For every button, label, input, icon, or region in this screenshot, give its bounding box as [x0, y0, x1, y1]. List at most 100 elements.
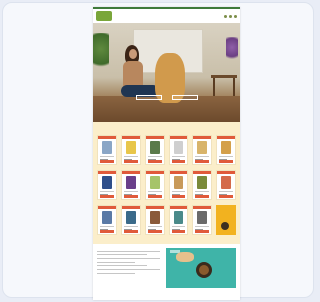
- add-to-cart-button[interactable]: [219, 160, 233, 163]
- product-name: [147, 191, 162, 193]
- product-image: [149, 176, 160, 189]
- sale-badge: [169, 136, 188, 139]
- product-tile[interactable]: [120, 205, 141, 235]
- products-header: [97, 125, 236, 130]
- add-to-cart-button[interactable]: [100, 195, 114, 198]
- food: [199, 265, 209, 275]
- product-name: [123, 156, 138, 158]
- add-to-cart-button[interactable]: [195, 230, 210, 233]
- product-image: [197, 211, 208, 224]
- add-to-cart-button[interactable]: [219, 195, 233, 198]
- product-grid: [97, 135, 236, 235]
- product-name: [171, 191, 186, 193]
- sale-badge: [193, 206, 212, 209]
- add-to-cart-button[interactable]: [171, 195, 186, 198]
- product-name: [100, 226, 114, 228]
- product-image: [102, 211, 112, 224]
- sale-badge: [121, 206, 140, 209]
- product-tile[interactable]: [216, 170, 236, 200]
- sale-badge: [145, 206, 164, 209]
- add-to-cart-button[interactable]: [100, 230, 114, 233]
- product-name: [171, 156, 186, 158]
- add-to-cart-button[interactable]: [195, 195, 210, 198]
- text-line: [97, 254, 148, 256]
- product-image: [102, 141, 112, 154]
- product-name: [123, 226, 138, 228]
- product-name: [100, 191, 114, 193]
- product-tile[interactable]: [192, 170, 213, 200]
- flower-image: [226, 37, 238, 63]
- search-icon[interactable]: [224, 14, 227, 18]
- hero-primary-button[interactable]: [135, 95, 162, 100]
- text-line: [97, 268, 160, 271]
- dog-bowl-image: [166, 248, 236, 288]
- cart-icon[interactable]: [234, 14, 237, 18]
- product-image: [197, 141, 208, 154]
- product-tile[interactable]: [97, 205, 117, 235]
- product-tile[interactable]: [97, 170, 117, 200]
- sale-badge: [193, 171, 212, 174]
- dog-head: [176, 252, 194, 262]
- product-tile[interactable]: [144, 205, 165, 235]
- sale-badge: [217, 136, 235, 139]
- product-name: [195, 191, 210, 193]
- product-image: [149, 211, 160, 224]
- product-name: [123, 191, 138, 193]
- product-tile[interactable]: [144, 170, 165, 200]
- sale-badge: [98, 206, 116, 209]
- content-section: [93, 244, 240, 300]
- product-image: [125, 141, 136, 154]
- product-tile[interactable]: [216, 135, 236, 165]
- website-preview[interactable]: [93, 7, 240, 300]
- product-image: [125, 176, 136, 189]
- add-to-cart-button[interactable]: [147, 160, 162, 163]
- add-to-cart-button[interactable]: [123, 230, 138, 233]
- product-tile[interactable]: [97, 135, 117, 165]
- product-image: [149, 141, 160, 154]
- add-to-cart-button[interactable]: [171, 160, 186, 163]
- product-name: [100, 156, 114, 158]
- add-to-cart-button[interactable]: [100, 160, 114, 163]
- add-to-cart-button[interactable]: [123, 160, 138, 163]
- text-line: [97, 250, 160, 252]
- add-to-cart-button[interactable]: [195, 160, 210, 163]
- text-line: [97, 257, 160, 260]
- account-icon[interactable]: [229, 14, 232, 18]
- product-tile[interactable]: [192, 205, 213, 235]
- product-name: [171, 226, 186, 228]
- product-name: [147, 226, 162, 228]
- add-to-cart-button[interactable]: [147, 230, 162, 233]
- add-to-cart-button[interactable]: [147, 195, 162, 198]
- product-tile[interactable]: [168, 205, 189, 235]
- product-tile[interactable]: [168, 135, 189, 165]
- product-tile[interactable]: [168, 170, 189, 200]
- person-face: [129, 49, 137, 59]
- sale-badge: [169, 206, 188, 209]
- sale-badge: [169, 171, 188, 174]
- plant-image: [93, 33, 109, 73]
- text-line: [97, 261, 135, 263]
- sale-badge: [98, 136, 116, 139]
- add-to-cart-button[interactable]: [171, 230, 186, 233]
- hero-secondary-button[interactable]: [171, 95, 198, 100]
- site-nav: [93, 9, 240, 23]
- sale-badge: [145, 136, 164, 139]
- product-image: [102, 176, 112, 189]
- nav-icons: [224, 14, 237, 18]
- site-logo[interactable]: [96, 11, 112, 21]
- product-image: [221, 176, 231, 189]
- product-tile[interactable]: [120, 135, 141, 165]
- sale-badge: [193, 136, 212, 139]
- product-name: [195, 226, 210, 228]
- product-image: [173, 141, 184, 154]
- person-body: [123, 61, 143, 87]
- product-tile[interactable]: [144, 135, 165, 165]
- product-tile[interactable]: [192, 135, 213, 165]
- sale-badge: [98, 171, 116, 174]
- promo-tile[interactable]: [216, 205, 236, 235]
- promo-icon: [221, 222, 230, 230]
- sale-badge: [145, 171, 164, 174]
- product-tile[interactable]: [120, 170, 141, 200]
- product-name: [219, 191, 233, 193]
- add-to-cart-button[interactable]: [123, 195, 138, 198]
